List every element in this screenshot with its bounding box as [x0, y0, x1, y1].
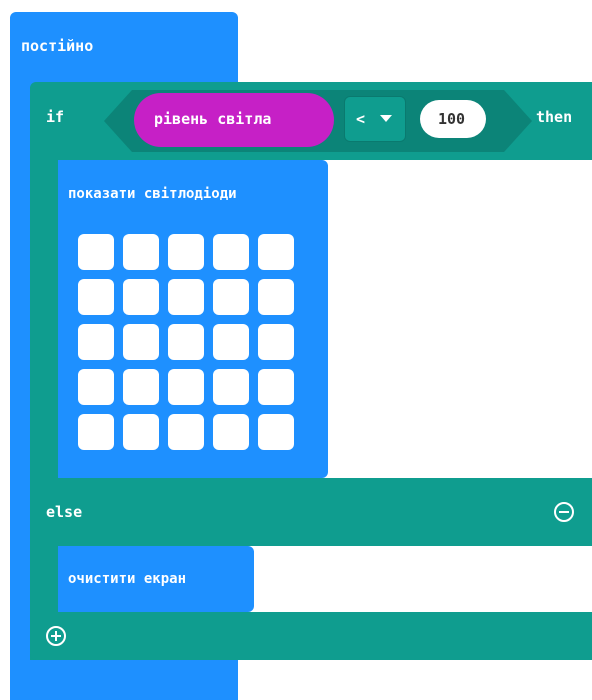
led-cell-1-4[interactable] [258, 279, 294, 315]
forever-label: постійно [21, 37, 94, 55]
number-input-value: 100 [438, 110, 466, 128]
led-cell-2-4[interactable] [258, 324, 294, 360]
led-cell-2-1[interactable] [123, 324, 159, 360]
led-cell-4-0[interactable] [78, 414, 114, 450]
led-cell-0-0[interactable] [78, 234, 114, 270]
led-cell-2-0[interactable] [78, 324, 114, 360]
light-level-label: рівень світла [154, 110, 272, 128]
else-label: else [46, 503, 83, 521]
led-cell-2-2[interactable] [168, 324, 204, 360]
then-label: then [536, 108, 573, 126]
if-block-spine[interactable] [30, 155, 58, 660]
led-cell-2-3[interactable] [213, 324, 249, 360]
caret-down-icon [380, 115, 392, 122]
comparison-operator-dropdown[interactable] [344, 96, 406, 142]
led-cell-4-1[interactable] [123, 414, 159, 450]
led-cell-3-4[interactable] [258, 369, 294, 405]
led-cell-1-1[interactable] [123, 279, 159, 315]
led-cell-1-3[interactable] [213, 279, 249, 315]
minus-circle-icon[interactable] [554, 502, 574, 522]
led-cell-4-2[interactable] [168, 414, 204, 450]
led-cell-3-0[interactable] [78, 369, 114, 405]
led-cell-3-2[interactable] [168, 369, 204, 405]
led-cell-0-1[interactable] [123, 234, 159, 270]
led-cell-1-0[interactable] [78, 279, 114, 315]
clear-screen-label: очистити екран [68, 571, 187, 587]
plus-circle-icon[interactable] [46, 626, 66, 646]
if-block-footer[interactable] [30, 612, 592, 660]
else-bar[interactable] [30, 478, 592, 546]
led-cell-4-4[interactable] [258, 414, 294, 450]
led-cell-1-2[interactable] [168, 279, 204, 315]
led-cell-0-4[interactable] [258, 234, 294, 270]
led-cell-3-3[interactable] [213, 369, 249, 405]
led-cell-0-3[interactable] [213, 234, 249, 270]
if-label: if [46, 108, 65, 126]
led-cell-0-2[interactable] [168, 234, 204, 270]
comparison-operator-value: < [356, 110, 366, 128]
led-cell-3-1[interactable] [123, 369, 159, 405]
led-cell-4-3[interactable] [213, 414, 249, 450]
show-leds-label: показати світлодіоди [68, 186, 237, 202]
